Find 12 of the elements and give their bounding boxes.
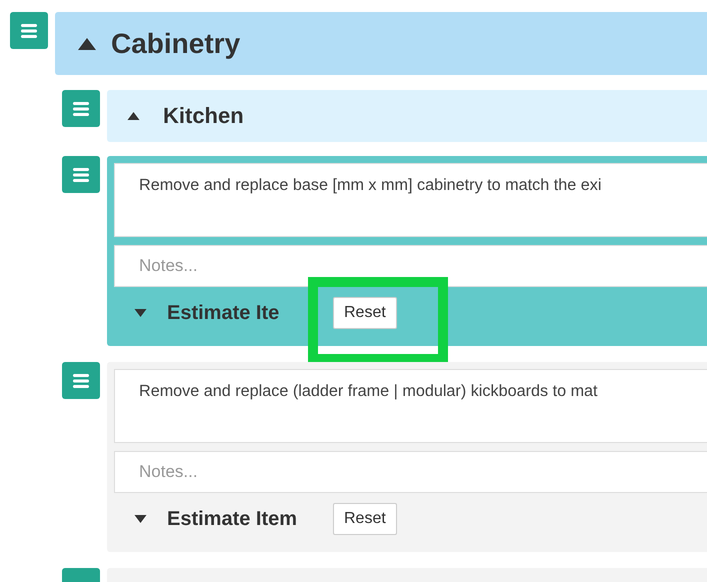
reset-button[interactable]: Reset <box>333 297 397 329</box>
item-title[interactable]: Estimate Item <box>167 508 333 530</box>
subsection-header[interactable]: Kitchen <box>107 90 707 142</box>
reset-button[interactable]: Reset <box>333 503 397 535</box>
section-title: Cabinetry <box>111 28 240 60</box>
notes-field[interactable]: Notes... <box>114 245 707 287</box>
item-title[interactable]: Estimate Ite <box>167 302 333 324</box>
notes-field[interactable]: Notes... <box>114 451 707 493</box>
description-field[interactable]: Remove and replace (ladder frame | modular) kickboards to mat <box>114 369 707 443</box>
description-field[interactable]: Remove and replace base [mm x mm] cabinetry to match the exi <box>114 163 707 237</box>
subsection-title: Kitchen <box>163 103 244 129</box>
section-header[interactable]: Cabinetry <box>55 12 707 75</box>
